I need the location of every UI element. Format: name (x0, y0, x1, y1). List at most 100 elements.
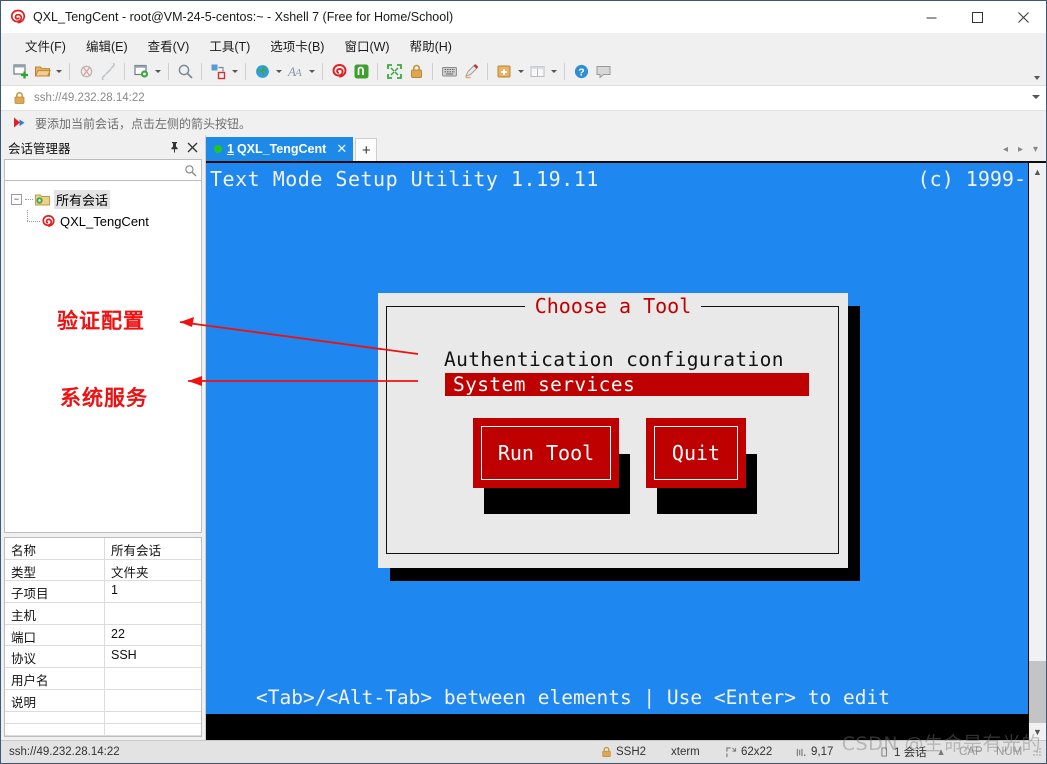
toolbar-overflow-icon[interactable] (1032, 73, 1042, 83)
highlight-icon[interactable] (460, 61, 482, 83)
xshell-icon[interactable] (328, 61, 350, 83)
tree-line (25, 199, 33, 200)
menu-window[interactable]: 窗口(W) (334, 33, 399, 58)
find-icon[interactable] (174, 61, 196, 83)
help-icon[interactable]: ? (570, 61, 592, 83)
session-properties-icon[interactable] (130, 61, 152, 83)
font-icon[interactable]: AA (284, 61, 306, 83)
reconnect-icon (97, 61, 119, 83)
open-folder-caret-icon[interactable] (53, 61, 64, 83)
status-cursor-label: 9,17 (811, 746, 834, 758)
property-key: 子项目 (5, 581, 105, 603)
address-value: ssh://49.232.28.14:22 (34, 92, 145, 104)
address-dropdown-icon[interactable] (1032, 95, 1040, 99)
pin-button[interactable] (165, 138, 183, 156)
tab-menu-icon[interactable]: ▾ (1029, 141, 1042, 157)
pin-icon (170, 142, 178, 153)
font-caret-icon[interactable] (306, 61, 317, 83)
menu-help[interactable]: 帮助(H) (400, 33, 462, 58)
feedback-icon[interactable] (592, 61, 614, 83)
window-title: QXL_TengCent - root@VM-24-5-centos:~ - X… (33, 10, 454, 24)
run-tool-button[interactable]: Run Tool (473, 418, 619, 488)
session-manager-title: 会话管理器 (8, 141, 71, 156)
search-icon[interactable] (184, 164, 197, 177)
tab-scroll-left-icon[interactable]: ◂ (999, 141, 1012, 157)
properties-grid: 名称 所有会话 类型 文件夹 子项目 1 主机 端口 22 协议 SSH 用户名 说明 (4, 537, 202, 737)
scrollbar-thumb[interactable] (1029, 661, 1046, 723)
lock-icon (14, 92, 25, 104)
toolbar-divider (322, 63, 323, 80)
add-panel-caret-icon[interactable] (515, 61, 526, 83)
tab-qxl-tengcent[interactable]: 1 QXL_TengCent ✕ (206, 137, 354, 161)
maximize-button[interactable] (954, 1, 1000, 33)
menu-tabs[interactable]: 选项卡(B) (260, 33, 334, 58)
menu-tools[interactable]: 工具(T) (199, 33, 260, 58)
session-search-box[interactable] (4, 159, 202, 181)
title-bar: QXL_TengCent - root@VM-24-5-centos:~ - X… (1, 1, 1046, 33)
expander-icon[interactable]: − (11, 194, 22, 205)
session-properties-caret-icon[interactable] (152, 61, 163, 83)
quit-button[interactable]: Quit (646, 418, 746, 488)
tab-scroll-right-icon[interactable]: ▸ (1014, 141, 1027, 157)
table-row: 协议 SSH (5, 646, 201, 669)
property-key: 主机 (5, 603, 105, 624)
menu-view[interactable]: 查看(V) (138, 33, 200, 58)
option-authentication-configuration[interactable]: Authentication configuration (444, 348, 784, 371)
minimize-button[interactable] (908, 1, 954, 33)
lock-icon (602, 746, 611, 757)
new-tab-button[interactable]: + (355, 138, 378, 161)
option-system-services[interactable]: System services (445, 373, 809, 396)
scrollbar-track[interactable] (1029, 180, 1046, 723)
xftp-icon[interactable] (350, 61, 372, 83)
status-size: 62x22 (726, 746, 772, 758)
layout-caret-icon[interactable] (548, 61, 559, 83)
tab-close-icon[interactable]: ✕ (336, 141, 347, 157)
xshell-session-icon (42, 214, 55, 227)
open-folder-icon[interactable] (31, 61, 53, 83)
svg-text:?: ? (578, 67, 584, 79)
table-row (5, 723, 201, 736)
globe-icon[interactable] (251, 61, 273, 83)
cursor-position-icon (796, 748, 806, 756)
close-panel-button[interactable] (183, 138, 201, 156)
property-value (105, 690, 201, 711)
body-split: 会话管理器 − 所有会话 QXL_TengCent 名称 所有会话 类型 文件夹… (1, 135, 1046, 740)
session-manager-header: 会话管理器 (1, 135, 205, 159)
add-panel-icon[interactable] (493, 61, 515, 83)
terminal-scrollbar[interactable]: ▲ ▼ (1028, 163, 1046, 740)
globe-caret-icon[interactable] (273, 61, 284, 83)
toolbar-divider (245, 63, 246, 80)
tree-node-all-sessions[interactable]: − 所有会话 (5, 189, 201, 210)
status-cursor: 9,17 (796, 746, 833, 758)
toolbar-divider (377, 63, 378, 80)
tree-item-qxl-tengcent[interactable]: QXL_TengCent (5, 210, 201, 232)
tab-label: QXL_TengCent (236, 142, 327, 156)
search-input[interactable] (9, 164, 184, 176)
close-button[interactable] (1000, 1, 1046, 33)
transfer-icon[interactable] (207, 61, 229, 83)
lock-icon[interactable] (405, 61, 427, 83)
menu-edit[interactable]: 编辑(E) (76, 33, 138, 58)
new-session-icon[interactable] (9, 61, 31, 83)
maximize-icon (971, 11, 983, 23)
property-value (105, 724, 201, 735)
quit-button-inner: Quit (654, 426, 738, 480)
menu-file[interactable]: 文件(F) (15, 33, 76, 58)
table-row: 端口 22 (5, 624, 201, 647)
terminal-screen[interactable]: Text Mode Setup Utility 1.19.11 (c) 1999… (206, 163, 1028, 740)
address-bar[interactable]: ssh://49.232.28.14:22 (1, 86, 1046, 111)
transfer-caret-icon[interactable] (229, 61, 240, 83)
status-term-type: xterm (671, 746, 700, 758)
run-tool-label: Run Tool (497, 441, 595, 465)
table-row: 类型 文件夹 (5, 559, 201, 582)
layout-icon (526, 61, 548, 83)
keyboard-icon[interactable] (438, 61, 460, 83)
terminal-panel: 1 QXL_TengCent ✕ + ◂ ▸ ▾ Text Mode Setup… (206, 135, 1046, 740)
toolbar-divider (168, 63, 169, 80)
toolbar-divider (564, 63, 565, 80)
close-icon (187, 142, 197, 152)
table-row: 子项目 1 (5, 581, 201, 604)
fullscreen-icon[interactable] (383, 61, 405, 83)
scroll-up-icon[interactable]: ▲ (1029, 163, 1046, 180)
property-key: 说明 (5, 689, 105, 711)
